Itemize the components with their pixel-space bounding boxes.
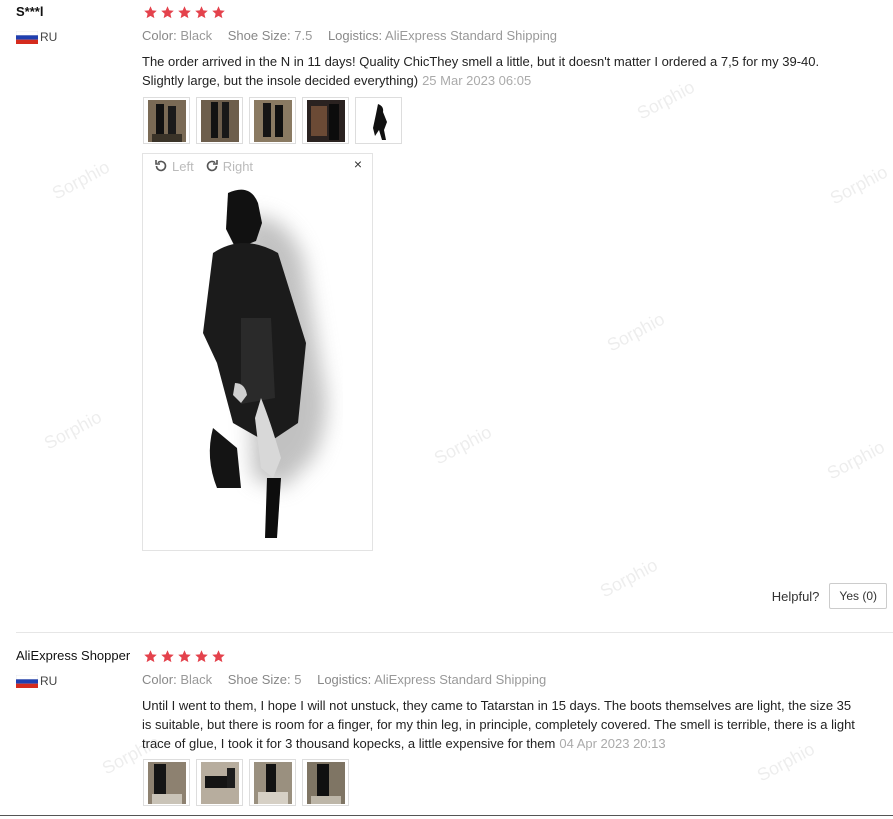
watermark: Sorphio — [603, 308, 668, 356]
review-divider — [16, 632, 893, 633]
watermark: Sorphio — [430, 421, 495, 469]
review-text: Until I went to them, I hope I will not … — [142, 696, 862, 753]
star-rating — [143, 5, 226, 20]
star-icon — [195, 6, 208, 19]
star-icon — [144, 650, 157, 663]
rotate-left-button[interactable]: Left — [153, 158, 194, 174]
size-value: 7.5 — [294, 28, 313, 43]
watermark: Sorphio — [823, 436, 888, 484]
review-photo-thumbnail[interactable] — [355, 97, 402, 144]
bottom-border — [0, 815, 893, 816]
helpful-label: Helpful? — [771, 588, 820, 604]
rotate-left-label: Left — [172, 158, 194, 174]
rotate-right-icon — [206, 160, 218, 172]
watermark: Sorphio — [48, 156, 113, 204]
logistics-value: AliExpress Standard Shipping — [374, 672, 547, 687]
close-viewer-button[interactable]: × — [354, 156, 362, 172]
watermark: Sorphio — [596, 554, 661, 602]
photo-viewer: Left Right × — [142, 153, 373, 551]
star-icon — [195, 650, 208, 663]
country-code: RU — [40, 30, 58, 44]
size-value: 5 — [294, 672, 302, 687]
russia-flag-icon — [16, 30, 38, 44]
review-photo-thumbnail[interactable] — [143, 759, 190, 806]
color-label: Color: — [142, 672, 177, 687]
watermark: Sorphio — [40, 406, 105, 454]
review-photo-thumbnail[interactable] — [302, 759, 349, 806]
order-info: Color: Black Shoe Size: 5 Logistics: Ali… — [142, 672, 558, 687]
star-rating — [143, 649, 226, 664]
color-label: Color: — [142, 28, 177, 43]
watermark: Sorphio — [826, 161, 891, 209]
order-info: Color: Black Shoe Size: 7.5 Logistics: A… — [142, 28, 569, 43]
logistics-label: Logistics: — [327, 28, 383, 43]
star-icon — [178, 650, 191, 663]
review-photo-thumbnail[interactable] — [249, 97, 296, 144]
star-icon — [212, 6, 225, 19]
reviewer-country: RU — [16, 30, 57, 44]
review-photos — [143, 759, 349, 806]
reviewer-name: S***l — [16, 4, 44, 19]
logistics-label: Logistics: — [317, 672, 372, 687]
size-label: Shoe Size: — [227, 672, 291, 687]
review-text: The order arrived in the N in 11 days! Q… — [142, 52, 862, 90]
review-photo-thumbnail[interactable] — [249, 759, 296, 806]
viewer-toolbar: Left Right × — [153, 156, 362, 175]
star-icon — [144, 6, 157, 19]
logistics-value: AliExpress Standard Shipping — [385, 28, 558, 43]
star-icon — [212, 650, 225, 663]
review-photo-thumbnail[interactable] — [196, 97, 243, 144]
size-label: Shoe Size: — [227, 28, 291, 43]
star-icon — [161, 650, 174, 663]
reviewer-name: AliExpress Shopper — [16, 648, 131, 663]
review-date: 04 Apr 2023 20:13 — [559, 736, 666, 751]
helpful-section: Helpful? Yes (0) — [772, 583, 887, 609]
helpful-yes-button[interactable]: Yes (0) — [829, 583, 887, 609]
color-value: Black — [180, 28, 213, 43]
star-icon — [178, 6, 191, 19]
country-code: RU — [40, 674, 58, 688]
russia-flag-icon — [16, 674, 38, 688]
color-value: Black — [180, 672, 213, 687]
review-date: 25 Mar 2023 06:05 — [422, 73, 532, 88]
rotate-right-button[interactable]: Right — [204, 158, 253, 174]
star-icon — [161, 6, 174, 19]
review-photo-thumbnail[interactable] — [143, 97, 190, 144]
review-photo-thumbnail[interactable] — [302, 97, 349, 144]
review-photo-thumbnail[interactable] — [196, 759, 243, 806]
reviewer-country: RU — [16, 674, 57, 688]
rotate-right-label: Right — [222, 158, 254, 174]
review-body: Until I went to them, I hope I will not … — [142, 698, 855, 751]
rotate-left-icon — [155, 160, 167, 172]
enlarged-review-photo — [203, 189, 327, 538]
review-photos — [143, 97, 402, 144]
